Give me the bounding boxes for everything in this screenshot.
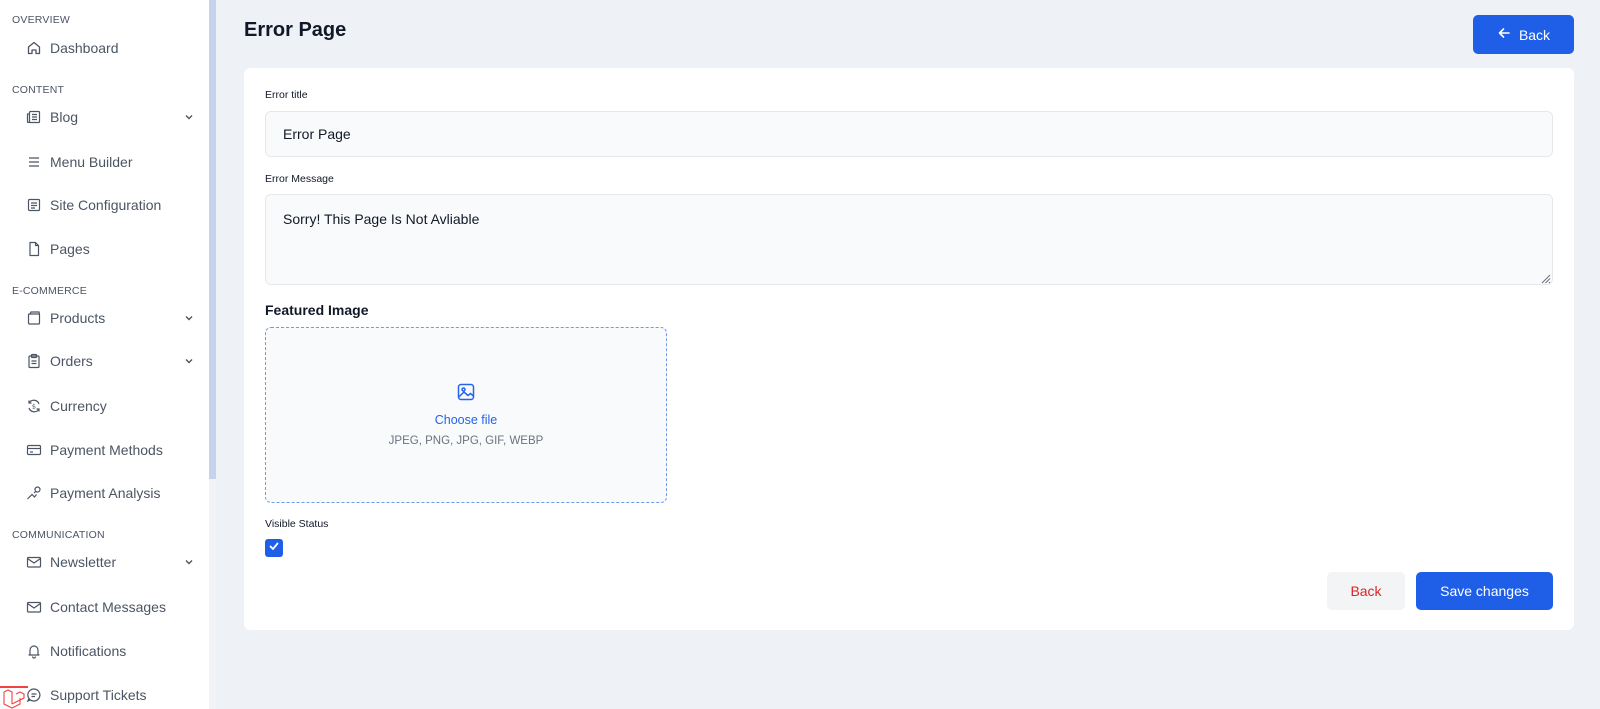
chevron-down-icon	[184, 111, 196, 123]
sidebar-item-label: Currency	[50, 398, 107, 414]
sidebar-item-label: Blog	[50, 109, 79, 125]
sidebar-item-support-tickets[interactable]: Support Tickets	[0, 677, 206, 709]
sidebar-item-label: Products	[50, 310, 106, 326]
sidebar-item-label: Orders	[50, 353, 93, 369]
mail-icon	[25, 598, 43, 616]
sidebar-item-contact-messages[interactable]: Contact Messages	[0, 589, 206, 625]
image-icon	[456, 382, 476, 407]
sidebar-item-products[interactable]: Products	[0, 300, 206, 336]
section-overview: OVERVIEW	[12, 14, 71, 26]
sidebar-item-blog[interactable]: Blog	[0, 99, 206, 135]
error-message-label: Error Message	[265, 173, 334, 185]
error-title-label: Error title	[265, 89, 308, 101]
section-content: CONTENT	[12, 84, 65, 96]
section-communication: COMMUNICATION	[12, 529, 105, 541]
sidebar-item-label: Site Configuration	[50, 197, 162, 213]
sidebar-item-label: Payment Analysis	[50, 485, 161, 501]
sidebar-item-label: Pages	[50, 241, 90, 257]
error-title-input[interactable]: Error Page	[265, 111, 1553, 157]
featured-image-label: Featured Image	[265, 302, 369, 318]
sidebar-item-label: Notifications	[50, 643, 127, 659]
chart-search-icon	[25, 484, 43, 502]
sidebar-item-site-configuration[interactable]: Site Configuration	[0, 187, 206, 223]
sidebar-item-notifications[interactable]: Notifications	[0, 633, 206, 669]
home-icon	[25, 39, 43, 57]
chevron-down-icon	[184, 355, 196, 367]
sidebar-item-dashboard[interactable]: Dashboard	[0, 30, 206, 66]
sidebar-item-label: Payment Methods	[50, 442, 163, 458]
resize-handle-icon[interactable]	[1539, 271, 1551, 284]
sidebar-item-label: Menu Builder	[50, 154, 133, 170]
sidebar-item-payment-methods[interactable]: Payment Methods	[0, 432, 206, 468]
back-button[interactable]: Back	[1473, 15, 1574, 54]
sidebar-item-orders[interactable]: Orders	[0, 343, 206, 379]
currency-exchange-icon: $	[25, 397, 43, 415]
laravel-logo-icon	[0, 684, 28, 709]
mail-icon	[25, 553, 43, 571]
box-icon	[25, 309, 43, 327]
sidebar-item-label: Newsletter	[50, 554, 117, 570]
sidebar-item-label: Support Tickets	[50, 687, 147, 703]
sidebar-item-newsletter[interactable]: Newsletter	[0, 544, 206, 580]
bell-icon	[25, 642, 43, 660]
allowed-file-types: JPEG, PNG, JPG, GIF, WEBP	[388, 435, 544, 447]
checkmark-icon	[268, 539, 280, 557]
sidebar-item-payment-analysis[interactable]: Payment Analysis	[0, 475, 206, 511]
arrow-left-icon	[1497, 26, 1511, 43]
document-list-icon	[25, 196, 43, 214]
clipboard-icon	[25, 352, 43, 370]
visible-status-checkbox[interactable]	[265, 539, 283, 557]
error-message-textarea[interactable]: Sorry! This Page Is Not Avliable	[265, 194, 1553, 285]
back-button-label: Back	[1518, 26, 1551, 43]
menu-icon	[25, 153, 43, 171]
error-message-text: Sorry! This Page Is Not Avliable	[283, 211, 480, 227]
sidebar-item-pages[interactable]: Pages	[0, 231, 206, 267]
credit-card-icon	[25, 441, 43, 459]
sidebar-item-label: Dashboard	[50, 40, 119, 56]
sidebar-item-label: Contact Messages	[50, 599, 166, 615]
featured-image-dropzone[interactable]: Choose file JPEG, PNG, JPG, GIF, WEBP	[265, 327, 667, 503]
page-title: Error Page	[244, 19, 347, 41]
section-ecommerce: E-COMMERCE	[12, 285, 87, 297]
choose-file-link[interactable]: Choose file	[435, 413, 498, 427]
sidebar: OVERVIEW Dashboard CONTENT Blog Menu Bui…	[0, 0, 216, 709]
back-button-secondary[interactable]: Back	[1327, 572, 1405, 610]
sidebar-scrollbar-thumb[interactable]	[209, 0, 216, 479]
file-icon	[25, 240, 43, 258]
sidebar-item-menu-builder[interactable]: Menu Builder	[0, 144, 206, 180]
visible-status-label: Visible Status	[265, 518, 329, 530]
save-changes-button[interactable]: Save changes	[1416, 572, 1553, 610]
sidebar-item-currency[interactable]: $ Currency	[0, 388, 206, 424]
chevron-down-icon	[184, 312, 196, 324]
chevron-down-icon	[184, 556, 196, 568]
svg-text:$: $	[32, 403, 36, 411]
newspaper-icon	[25, 108, 43, 126]
